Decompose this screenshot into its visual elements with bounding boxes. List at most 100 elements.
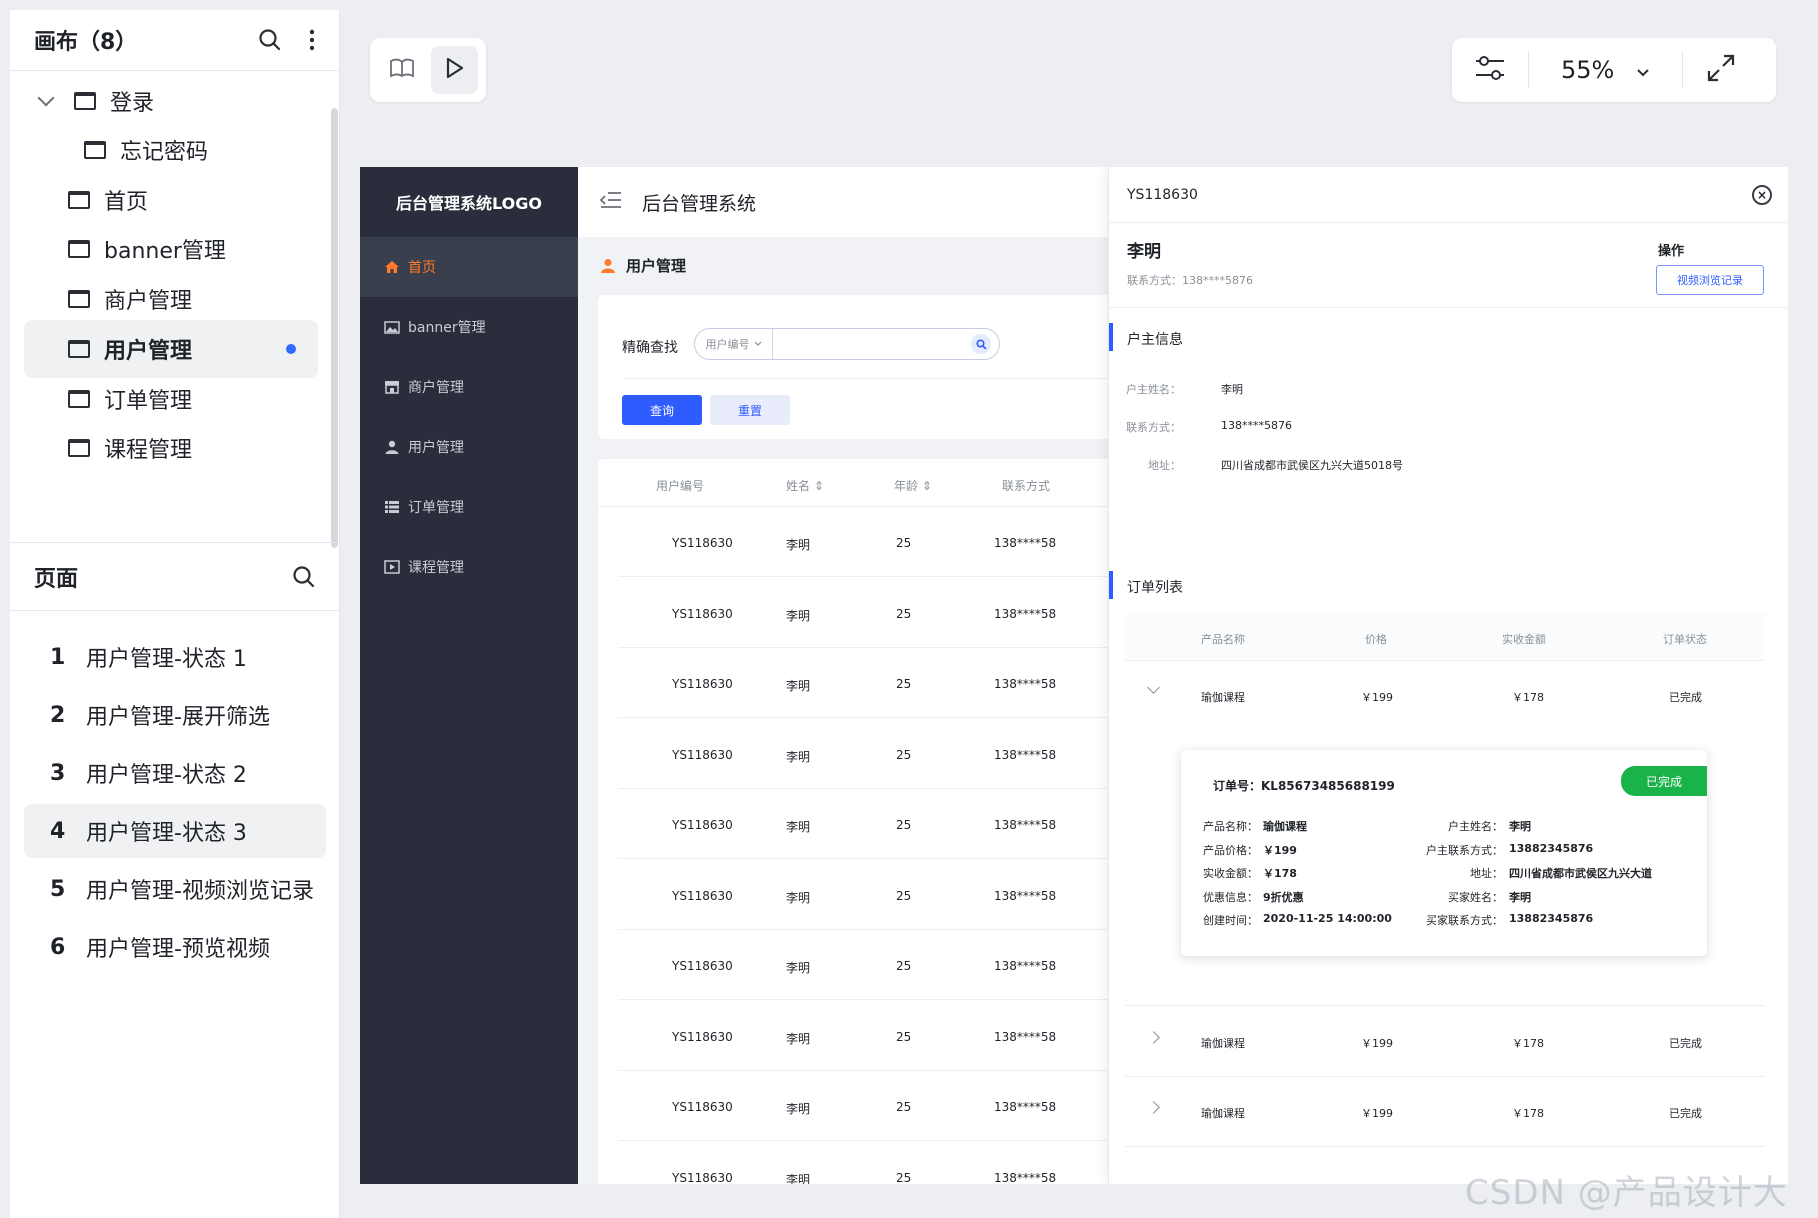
- table-row[interactable]: YS118630 李明 25 138****58: [618, 1001, 1158, 1071]
- order-paid: ￥178: [1512, 1037, 1544, 1050]
- window-icon: [68, 290, 90, 308]
- settings-button[interactable]: [1466, 46, 1514, 94]
- admin-header-title: 后台管理系统: [642, 192, 757, 215]
- page-item-5[interactable]: 5 用户管理-视频浏览记录: [24, 862, 326, 916]
- zoom-level: 55%: [1561, 56, 1615, 84]
- page-label: 用户管理-状态 2: [86, 763, 247, 788]
- owner-field-label: 户主姓名：: [1126, 383, 1181, 396]
- drawer-title: YS118630: [1127, 186, 1198, 203]
- close-icon[interactable]: ×: [1752, 185, 1772, 205]
- breadcrumb: 用户管理: [600, 255, 686, 276]
- chevron-down-icon[interactable]: [1147, 681, 1160, 694]
- tree-item-label: 商户管理: [104, 289, 193, 314]
- table-cell: 138****58: [994, 747, 1057, 762]
- page-item-3[interactable]: 3 用户管理-状态 2: [24, 746, 326, 800]
- search-input[interactable]: [773, 329, 971, 359]
- order-row[interactable]: 瑜伽课程 ￥199 ￥178 已完成: [1125, 1007, 1765, 1077]
- chevron-right-icon[interactable]: [1147, 1101, 1160, 1114]
- canvas-section-header: 画布（8）: [10, 10, 340, 70]
- table-cell: 138****58: [994, 1100, 1057, 1114]
- order-row-expanded[interactable]: 瑜伽课程 ￥199 ￥178 已完成: [1125, 661, 1765, 731]
- menu-fold-icon[interactable]: [599, 191, 622, 213]
- table-cell: 138****58: [994, 1029, 1057, 1044]
- field-select[interactable]: 用户编号: [695, 329, 773, 359]
- drawer-header: YS118630: [1109, 167, 1788, 223]
- column-header: 实收金额: [1502, 633, 1546, 646]
- page-item-1[interactable]: 1 用户管理-状态 1: [24, 630, 326, 684]
- owner-section-title: 户主信息: [1127, 332, 1183, 348]
- detail-field-value: 四川省成都市武侯区九兴大道: [1509, 867, 1652, 880]
- tree-scrollbar[interactable]: [331, 108, 338, 548]
- detail-field-label: 户主姓名：: [1448, 820, 1503, 833]
- window-icon: [68, 240, 90, 258]
- user-summary: 李明 联系方式：138****5876: [1127, 237, 1253, 288]
- nav-label: 课程管理: [408, 560, 464, 576]
- window-icon: [68, 439, 90, 457]
- book-button[interactable]: [378, 46, 425, 94]
- filter-label: 精确查找: [622, 340, 678, 356]
- tree-item-label: 订单管理: [104, 389, 193, 414]
- table-row[interactable]: YS118630 李明 25 138****58: [618, 719, 1158, 789]
- column-header: 价格: [1365, 633, 1387, 646]
- search-icon[interactable]: [971, 334, 991, 354]
- user-detail-drawer: YS118630 × 李明 联系方式：138****5876 操作 视频浏览记录…: [1108, 167, 1788, 1184]
- chevron-down-icon[interactable]: [37, 89, 55, 107]
- sliders-icon: [1474, 54, 1506, 86]
- page-item-6[interactable]: 6 用户管理-预览视频: [24, 920, 326, 974]
- query-button[interactable]: 查询: [622, 395, 702, 425]
- table-cell: YS118630: [672, 1170, 733, 1185]
- table-cell: YS118630: [672, 606, 733, 621]
- table-cell: 25: [896, 1100, 912, 1114]
- order-product: 瑜伽课程: [1201, 691, 1245, 704]
- order-table-header: 产品名称 价格 实收金额 订单状态: [1125, 613, 1765, 661]
- detail-field-value: 9折优惠: [1263, 890, 1304, 904]
- chevron-down-icon: [754, 341, 761, 346]
- order-row[interactable]: 瑜伽课程 ￥199 ￥178 已完成: [1125, 1077, 1765, 1147]
- search-field: 用户编号: [694, 328, 1000, 360]
- play-button[interactable]: [431, 46, 478, 94]
- orders-section-title: 订单列表: [1127, 580, 1183, 596]
- zoom-select[interactable]: 55%: [1529, 56, 1682, 84]
- nav-item-order[interactable]: 订单管理: [360, 477, 578, 537]
- prototype-canvas: 后台管理系统LOGO 首页 banner管理 商户管理 用户管理 订单管理 课程…: [360, 167, 1788, 1184]
- page-number: 5: [50, 876, 66, 902]
- nav-item-banner[interactable]: banner管理: [360, 297, 578, 357]
- tree-item-label: 用户管理: [104, 339, 193, 364]
- tree-item-course[interactable]: 课程管理: [68, 419, 192, 477]
- column-header-sortable[interactable]: 年龄 ⇕: [894, 477, 932, 494]
- window-icon: [68, 340, 90, 358]
- fullscreen-button[interactable]: [1697, 46, 1745, 94]
- owner-field-value: 李明: [1221, 383, 1243, 396]
- page-item-4[interactable]: 4 用户管理-状态 3: [24, 804, 326, 858]
- table-row[interactable]: YS118630 李明 25 138****58: [618, 860, 1158, 930]
- table-row[interactable]: YS118630 李明 25 138****58: [618, 930, 1158, 1000]
- detail-field-value: 13882345876: [1509, 912, 1594, 925]
- detail-field-label: 实收金额：: [1203, 867, 1258, 880]
- nav-item-merchant[interactable]: 商户管理: [360, 357, 578, 417]
- window-icon: [84, 141, 106, 159]
- user-contact: 联系方式：138****5876: [1127, 274, 1253, 287]
- nav-item-home[interactable]: 首页: [360, 237, 578, 297]
- table-row[interactable]: YS118630 李明 25 138****58: [618, 507, 1158, 577]
- table-row[interactable]: YS118630 李明 25 138****58: [618, 1142, 1158, 1185]
- column-header-sortable[interactable]: 姓名 ⇕: [786, 477, 824, 494]
- chevron-right-icon[interactable]: [1147, 1031, 1160, 1044]
- table-row[interactable]: YS118630 李明 25 138****58: [618, 789, 1158, 859]
- more-vertical-icon[interactable]: [308, 28, 316, 52]
- table-cell: YS118630: [672, 1100, 733, 1114]
- reset-button[interactable]: 重置: [710, 395, 790, 425]
- page-item-2[interactable]: 2 用户管理-展开筛选: [24, 688, 326, 742]
- table-row[interactable]: YS118630 李明 25 138****58: [618, 578, 1158, 648]
- order-number: 订单号：KL85673485688199: [1213, 779, 1395, 793]
- video-history-button[interactable]: 视频浏览记录: [1656, 265, 1764, 295]
- search-icon[interactable]: [292, 565, 316, 589]
- search-icon[interactable]: [258, 28, 282, 52]
- detail-field-value: 李明: [1509, 820, 1531, 833]
- view-toolbar: 55%: [1452, 38, 1776, 102]
- table-cell: 25: [896, 536, 912, 550]
- page-number: 6: [50, 934, 66, 960]
- nav-item-user[interactable]: 用户管理: [360, 417, 578, 477]
- table-row[interactable]: YS118630 李明 25 138****58: [618, 1071, 1158, 1141]
- table-row[interactable]: YS118630 李明 25 138****58: [618, 648, 1158, 718]
- nav-item-course[interactable]: 课程管理: [360, 537, 578, 597]
